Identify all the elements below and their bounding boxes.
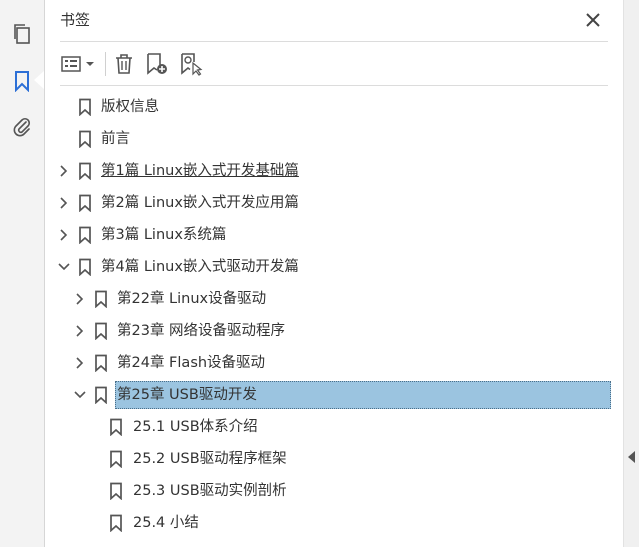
bookmark-icon [78, 226, 92, 245]
chevron-right-icon[interactable] [57, 227, 71, 243]
bookmark-icon [78, 258, 92, 277]
bookmark-item[interactable]: 第25章 USB驱动开发 [45, 380, 623, 410]
bookmark-item[interactable]: 25.3 USB驱动实例剖析 [45, 476, 623, 506]
bookmark-icon [94, 354, 108, 373]
bookmark-icon [78, 194, 92, 213]
chevron-right-icon[interactable] [57, 163, 71, 179]
bookmark-label: 第24章 Flash设备驱动 [117, 355, 266, 371]
bookmark-item[interactable]: 25.2 USB驱动程序框架 [45, 444, 623, 474]
bookmark-label: 前言 [101, 131, 130, 147]
chevron-right-icon[interactable] [73, 355, 87, 371]
divider [60, 41, 608, 42]
options-menu-button[interactable] [60, 50, 98, 78]
pages-icon[interactable] [9, 21, 35, 47]
bookmark-icon [109, 418, 123, 437]
bookmark-item[interactable]: 25.1 USB体系介绍 [45, 412, 623, 442]
bookmark-item[interactable]: 第22章 Linux设备驱动 [45, 284, 623, 314]
bookmark-toolbar [60, 48, 360, 80]
chevron-right-icon[interactable] [73, 323, 87, 339]
navigation-rail [0, 0, 45, 547]
bookmark-label: 25.4 小结 [133, 515, 199, 531]
panel-title: 书签 [60, 11, 91, 29]
bookmark-icon [109, 482, 123, 501]
bookmark-icon [109, 450, 123, 469]
trash-icon[interactable] [112, 50, 136, 78]
chevron-down-icon[interactable] [57, 259, 71, 275]
bookmark-label: 第1篇 Linux嵌入式开发基础篇 [101, 163, 299, 179]
bookmark-label: 第23章 网络设备驱动程序 [117, 323, 286, 339]
close-icon[interactable] [583, 10, 603, 30]
bookmark-item[interactable]: 前言 [45, 124, 623, 154]
chevron-right-icon[interactable] [73, 291, 87, 307]
bookmark-label: 第25章 USB驱动开发 [117, 387, 257, 403]
bookmark-label: 第3篇 Linux系统篇 [101, 227, 227, 243]
bookmark-item[interactable]: 版权信息 [45, 92, 623, 122]
attachment-icon[interactable] [9, 114, 35, 140]
collapse-arrow-icon[interactable] [628, 451, 635, 463]
options-menu-icon [61, 56, 94, 72]
bookmark-icon [78, 130, 92, 149]
divider [60, 85, 608, 86]
bookmark-item[interactable]: 第24章 Flash设备驱动 [45, 348, 623, 378]
chevron-down-icon[interactable] [73, 387, 87, 403]
find-current-bookmark-icon[interactable] [178, 50, 204, 78]
bookmark-icon [78, 98, 92, 117]
bookmark-label: 25.2 USB驱动程序框架 [133, 451, 287, 467]
bookmark-item[interactable]: 第4篇 Linux嵌入式驱动开发篇 [45, 252, 623, 282]
bookmark-icon [109, 514, 123, 533]
toolbar-separator [105, 52, 106, 76]
bookmark-label: 第22章 Linux设备驱动 [117, 291, 267, 307]
bookmark-icon[interactable] [9, 68, 35, 94]
bookmark-item[interactable]: 第1篇 Linux嵌入式开发基础篇 [45, 156, 623, 186]
bookmark-icon [78, 162, 92, 181]
active-panel-pointer [34, 71, 44, 89]
bookmark-icon [94, 386, 108, 405]
bookmark-item[interactable]: 第2篇 Linux嵌入式开发应用篇 [45, 188, 623, 218]
bookmark-label: 第2篇 Linux嵌入式开发应用篇 [101, 195, 299, 211]
bookmark-label: 版权信息 [101, 99, 159, 115]
scrollbar[interactable] [623, 0, 639, 547]
bookmark-label: 25.3 USB驱动实例剖析 [133, 483, 287, 499]
bookmarks-panel: 书签 版权信息 前言 第1篇 Linux嵌入式开发基础篇 第2篇 Linux嵌入… [45, 0, 623, 547]
bookmark-icon [94, 322, 108, 341]
new-bookmark-icon[interactable] [144, 50, 170, 78]
bookmark-item[interactable]: 第23章 网络设备驱动程序 [45, 316, 623, 346]
bookmark-icon [94, 290, 108, 309]
bookmark-label: 第4篇 Linux嵌入式驱动开发篇 [101, 259, 299, 275]
bookmark-item[interactable]: 第3篇 Linux系统篇 [45, 220, 623, 250]
bookmark-label: 25.1 USB体系介绍 [133, 419, 258, 435]
bookmark-item[interactable]: 25.4 小结 [45, 508, 623, 538]
chevron-right-icon[interactable] [57, 195, 71, 211]
